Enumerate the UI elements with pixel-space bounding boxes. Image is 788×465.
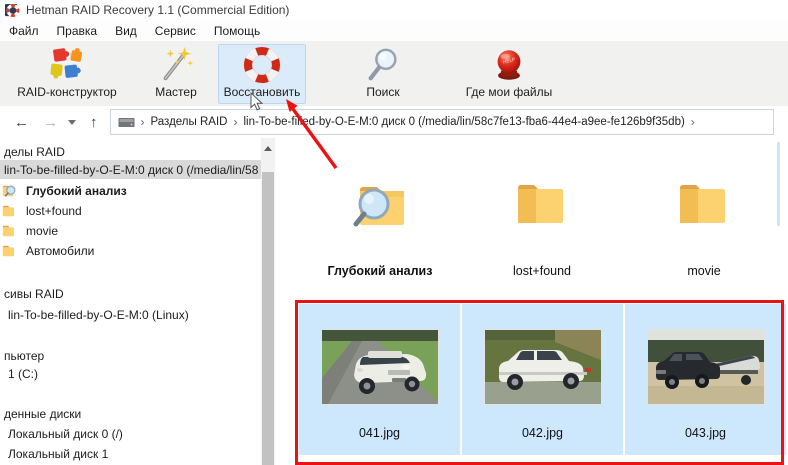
folder-item-deep-scan[interactable]: Глубокий анализ	[299, 180, 461, 284]
toolbar: RAID-конструктор Мастер Восстановить Пои…	[0, 42, 788, 107]
file-label: 041.jpg	[358, 426, 400, 440]
file-item-042[interactable]: 042.jpg	[462, 304, 623, 455]
menu-edit[interactable]: Правка	[48, 24, 107, 38]
menu-view[interactable]: Вид	[106, 24, 146, 38]
search-button[interactable]: Поиск	[348, 44, 418, 104]
thumbnail-white-suv-road	[321, 330, 438, 404]
file-item-041[interactable]: 041.jpg	[299, 304, 460, 455]
selected-files-row: 041.jpg 042.jpg 043.jpg	[299, 304, 786, 455]
sidebar-section-raid-partitions[interactable]: делы RAID	[0, 142, 262, 161]
sidebar-tree: делы RAID lin-To-be-filled-by-O-E-M:0 ди…	[0, 138, 262, 465]
folder-item-lost-found[interactable]: lost+found	[461, 180, 623, 284]
sidebar-scrollbar[interactable]	[261, 138, 275, 465]
puzzle-pieces-icon	[48, 45, 86, 85]
magic-wand-icon	[157, 45, 195, 85]
window-title: Hetman RAID Recovery 1.1 (Commercial Edi…	[26, 3, 290, 17]
folder-icon	[2, 225, 14, 236]
folder-item-movie[interactable]: movie	[623, 180, 785, 284]
recover-button[interactable]: Восстановить	[218, 44, 306, 104]
sidebar-section-found-disks[interactable]: денные диски	[0, 404, 262, 423]
folder-icon	[2, 245, 14, 256]
title-bar: Hetman RAID Recovery 1.1 (Commercial Edi…	[0, 0, 788, 20]
crumb-current-disk[interactable]: lin-To-be-filled-by-O-E-M:0 диск 0 (/med…	[243, 116, 684, 128]
where-are-my-files-label: Где мои файлы	[465, 85, 553, 99]
thumbnail-black-suv-boat	[647, 330, 764, 404]
file-label: 043.jpg	[684, 426, 726, 440]
scrollbar-thumb[interactable]	[262, 172, 274, 465]
forward-arrow-icon[interactable]: →	[43, 115, 58, 130]
menu-bar: Файл Правка Вид Сервис Помощь	[0, 20, 788, 42]
wizard-button[interactable]: Мастер	[138, 44, 214, 104]
sidebar-item-selected-disk[interactable]: lin-To-be-filled-by-O-E-M:0 диск 0 (/med…	[0, 160, 262, 179]
crumb-separator: ›	[233, 115, 238, 129]
recover-label: Восстановить	[223, 85, 301, 99]
search-label: Поиск	[366, 85, 400, 99]
folder-icon	[676, 180, 732, 250]
folder-label: Глубокий анализ	[327, 264, 433, 278]
crumb-raid-partitions[interactable]: Разделы RAID	[151, 116, 228, 128]
disk-icon	[118, 117, 134, 127]
raid-constructor-label: RAID-конструктор	[17, 85, 117, 99]
sidebar-item-local-disk-0[interactable]: Локальный диск 0 (/)	[0, 424, 262, 443]
sidebar-item-movie[interactable]: movie	[0, 221, 262, 240]
crumb-separator: ›	[140, 115, 145, 129]
menu-help[interactable]: Помощь	[205, 24, 269, 38]
folder-icon	[514, 180, 570, 250]
sidebar-item-lost-found[interactable]: lost+found	[0, 201, 262, 220]
deep-scan-icon	[2, 185, 16, 197]
thumbnail-white-suv-side	[484, 330, 601, 404]
main-scrollbar-thumb[interactable]	[777, 142, 780, 226]
sidebar-item-cars[interactable]: Автомобили	[0, 241, 262, 260]
sidebar-section-raid-arrays[interactable]: сивы RAID	[0, 284, 262, 303]
deep-scan-folder-icon	[348, 180, 412, 250]
menu-service[interactable]: Сервис	[146, 24, 205, 38]
address-bar: ← → ↑ › Разделы RAID › lin-To-be-filled-…	[0, 106, 788, 139]
sidebar-item-deep-scan[interactable]: Глубокий анализ	[0, 181, 262, 200]
red-help-button-icon: HELP	[490, 45, 528, 85]
wizard-label: Мастер	[155, 85, 197, 99]
sidebar-item-raid-array-linux[interactable]: lin-To-be-filled-by-O-E-M:0 (Linux)	[0, 305, 262, 324]
file-list-pane: Глубокий анализ lost+found movie 041.jpg…	[275, 138, 788, 465]
where-are-my-files-button[interactable]: HELP Где мои файлы	[452, 44, 566, 104]
sidebar-item-local-disk-1[interactable]: Локальный диск 1	[0, 444, 262, 463]
history-chevron-icon[interactable]	[68, 119, 76, 125]
folder-row: Глубокий анализ lost+found movie	[299, 180, 786, 284]
raid-constructor-button[interactable]: RAID-конструктор	[4, 44, 130, 104]
scrollbar-up-arrow-icon[interactable]	[264, 146, 272, 151]
folder-icon	[2, 205, 14, 216]
up-arrow-icon[interactable]: ↑	[90, 115, 98, 130]
folder-label: movie	[687, 264, 721, 278]
back-arrow-icon[interactable]: ←	[14, 115, 29, 130]
sidebar-item-drive-c[interactable]: 1 (C:)	[0, 364, 262, 383]
crumb-separator: ›	[690, 115, 695, 129]
menu-file[interactable]: Файл	[0, 24, 48, 38]
app-lifebuoy-icon	[5, 3, 20, 17]
file-label: 042.jpg	[521, 426, 563, 440]
address-field[interactable]: › Разделы RAID › lin-To-be-filled-by-O-E…	[109, 109, 774, 135]
folder-label: lost+found	[512, 264, 572, 278]
lifebuoy-icon	[243, 45, 281, 85]
magnifier-icon	[364, 45, 402, 85]
file-item-043[interactable]: 043.jpg	[625, 304, 786, 455]
sidebar-section-computer[interactable]: пьютер	[0, 346, 262, 365]
